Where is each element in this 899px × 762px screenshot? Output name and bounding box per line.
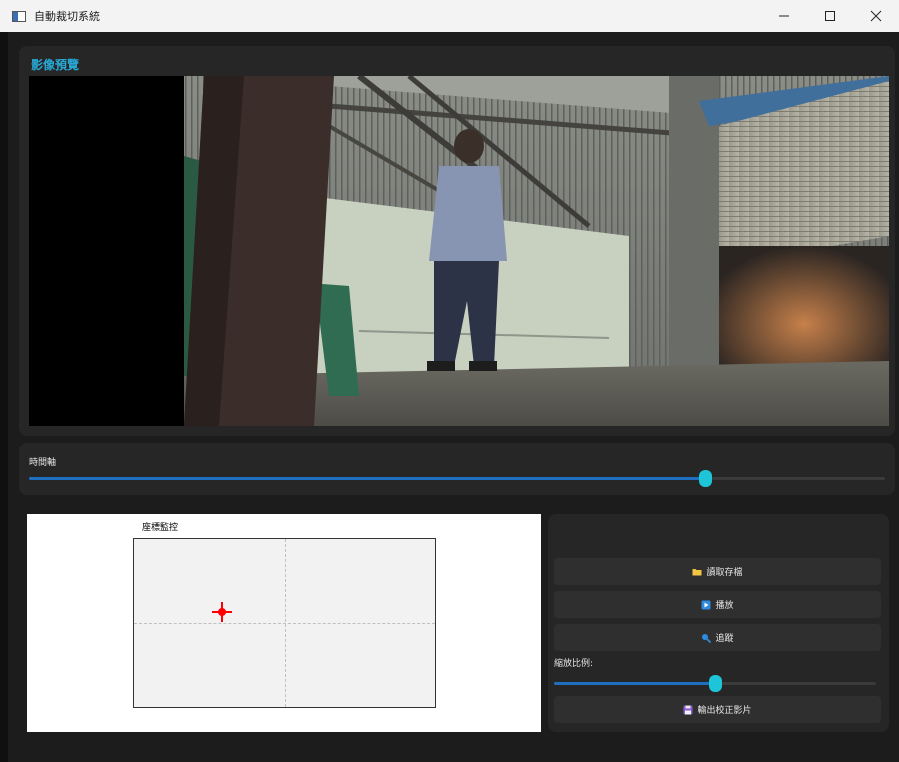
minimize-button[interactable] — [761, 0, 807, 32]
floppy-disk-icon — [683, 705, 693, 714]
timeline-panel: 時間軸 — [19, 443, 895, 495]
timeline-slider-fill — [29, 477, 706, 480]
play-icon — [701, 600, 711, 609]
coordinate-plot-area — [133, 538, 436, 708]
preview-panel: 影像預覽 — [19, 46, 895, 436]
window-title: 自動裁切系統 — [34, 10, 100, 23]
timeline-slider[interactable] — [29, 470, 885, 487]
window-controls — [761, 0, 899, 32]
horizontal-center-gridline — [134, 623, 435, 624]
video-preview — [29, 76, 889, 426]
scale-slider-fill — [554, 682, 715, 685]
coordinate-monitor-title: 座標監控 — [142, 523, 179, 533]
track-button[interactable]: 追蹤 — [554, 624, 881, 651]
scale-slider-handle[interactable] — [709, 675, 722, 692]
close-icon — [870, 10, 882, 22]
magnifier-icon — [702, 633, 712, 643]
control-panel: 讀取存檔 播放 追蹤 縮放比例: 輸出校正影片 — [548, 514, 889, 732]
export-video-label: 輸出校正影片 — [697, 706, 752, 716]
scale-label: 縮放比例: — [554, 659, 594, 669]
track-label: 追蹤 — [715, 634, 734, 644]
preview-title: 影像預覽 — [31, 58, 80, 72]
position-marker — [211, 602, 232, 623]
export-video-button[interactable]: 輸出校正影片 — [554, 696, 881, 723]
app-window-icon — [12, 10, 26, 22]
maximize-button[interactable] — [807, 0, 853, 32]
main-area: 影像預覽 時間軸 座標監控 讀取存檔 播放 追蹤 縮放比例: 輸出校正影片 — [0, 32, 899, 762]
load-file-button[interactable]: 讀取存檔 — [554, 558, 881, 585]
minimize-icon — [779, 15, 789, 17]
coordinate-monitor-panel: 座標監控 — [27, 514, 541, 732]
scale-slider[interactable] — [554, 675, 876, 692]
maximize-icon — [825, 11, 835, 21]
close-button[interactable] — [853, 0, 899, 32]
title-bar: 自動裁切系統 — [0, 0, 899, 32]
play-label: 播放 — [715, 601, 734, 611]
folder-icon — [692, 568, 702, 575]
video-frame-image — [29, 76, 889, 426]
play-button[interactable]: 播放 — [554, 591, 881, 618]
load-file-label: 讀取存檔 — [706, 568, 743, 578]
timeline-slider-handle[interactable] — [699, 470, 713, 487]
timeline-label: 時間軸 — [29, 458, 57, 468]
